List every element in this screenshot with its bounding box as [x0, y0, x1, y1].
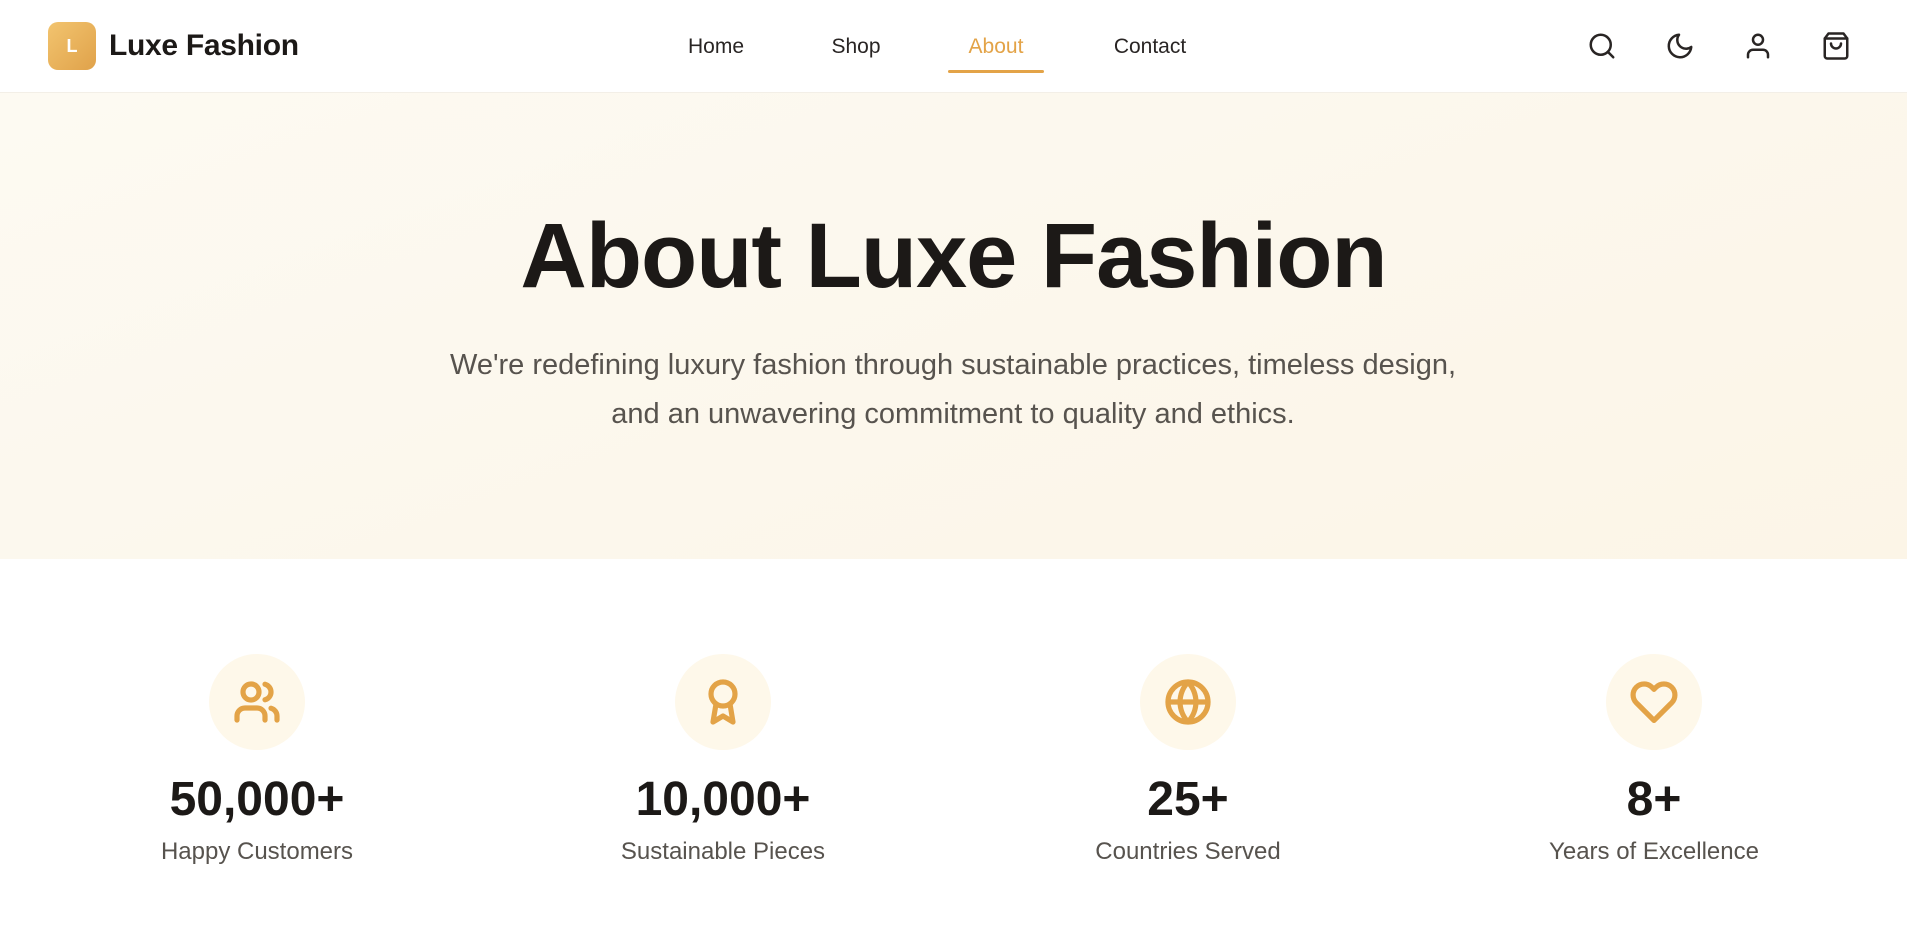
site-header: L Luxe Fashion Home Shop About Contact	[0, 0, 1907, 93]
users-icon	[234, 681, 280, 723]
shopping-bag-icon	[1823, 32, 1849, 60]
stat-card: 8+ Years of Excellence	[1474, 654, 1834, 867]
stat-value: 10,000+	[635, 773, 811, 826]
award-icon	[708, 679, 738, 725]
stat-card: 10,000+ Sustainable Pieces	[543, 654, 903, 867]
active-nav-underline	[948, 70, 1044, 73]
stat-label: Years of Excellence	[1549, 838, 1759, 865]
theme-toggle-button[interactable]	[1660, 26, 1700, 66]
nav-home[interactable]: Home	[676, 0, 756, 93]
stat-card: 50,000+ Happy Customers	[77, 654, 437, 867]
stat-value: 50,000+	[169, 773, 345, 826]
user-icon	[1746, 33, 1770, 59]
cart-button[interactable]	[1816, 26, 1856, 66]
stat-icon-circle	[675, 654, 771, 750]
hero-subtitle: We're redefining luxury fashion through …	[353, 341, 1553, 439]
stat-label: Countries Served	[1095, 838, 1281, 865]
stat-value: 8+	[1626, 773, 1682, 826]
hero-subtitle-line: We're redefining luxury fashion through …	[449, 349, 1457, 381]
stats-section: 50,000+ Happy Customers 10,000+ Sustaina…	[0, 559, 1907, 938]
search-icon	[1589, 33, 1615, 59]
stat-label: Sustainable Pieces	[620, 838, 826, 865]
stat-icon-circle	[1606, 654, 1702, 750]
nav-about[interactable]: About	[948, 0, 1044, 93]
nav-contact[interactable]: Contact	[1100, 0, 1200, 93]
hero-subtitle-line: and an unwavering commitment to quality …	[611, 398, 1295, 430]
heart-icon	[1630, 681, 1678, 724]
stat-icon-circle	[209, 654, 305, 750]
stat-label: Happy Customers	[160, 838, 354, 865]
hero-section: About Luxe Fashion We're redefining luxu…	[0, 93, 1907, 559]
moon-icon	[1667, 33, 1693, 59]
nav-shop[interactable]: Shop	[816, 0, 896, 93]
stat-value: 25+	[1147, 773, 1229, 826]
stat-card: 25+ Countries Served	[1008, 654, 1368, 867]
globe-icon	[1165, 679, 1211, 725]
account-button[interactable]	[1738, 26, 1778, 66]
stat-icon-circle	[1140, 654, 1236, 750]
logo[interactable]: L Luxe Fashion	[48, 22, 299, 70]
page-title: About Luxe Fashion	[520, 205, 1387, 307]
search-button[interactable]	[1582, 26, 1622, 66]
logo-mark: L	[48, 22, 96, 70]
brand-name: Luxe Fashion	[109, 29, 299, 62]
nav-about-label: About	[968, 34, 1024, 58]
